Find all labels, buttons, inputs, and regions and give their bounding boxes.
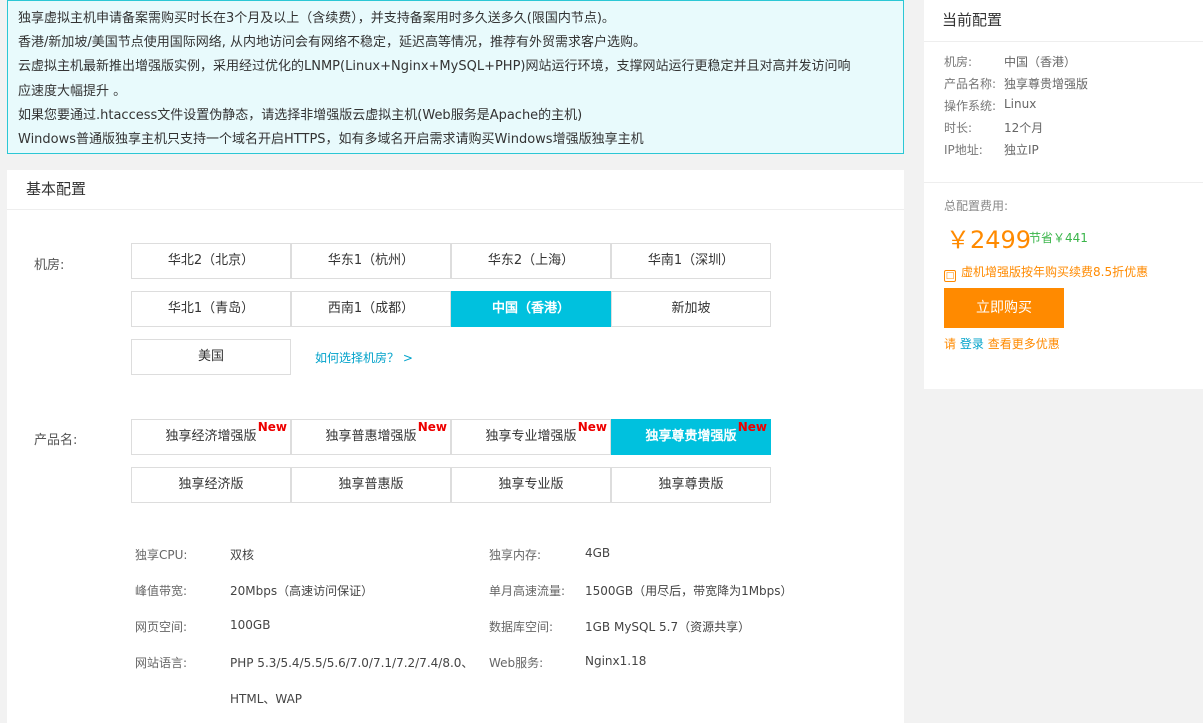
product-label: 产品名: — [34, 433, 78, 448]
notice-line: 云虚拟主机最新推出增强版实例，采用经过优化的LNMP(Linux+Nginx+M… — [18, 59, 851, 75]
product-option-economy-enhanced[interactable]: 独享经济增强版 New — [131, 419, 291, 455]
language-value: PHP 5.3/5.4/5.5/5.6/7.0/7.1/7.2/7.4/8.0、 — [230, 656, 474, 670]
traffic-label: 单月高速流量: — [489, 584, 566, 598]
summary-os-label: 操作系统: — [944, 99, 997, 113]
notice-line: Windows普通版独享主机只支持一个域名开启HTTPS，如有多域名开启需求请购… — [18, 132, 644, 148]
new-badge: New — [577, 420, 607, 434]
product-option-label: 独享普惠增强版 — [325, 429, 417, 444]
product-option-label: 独享尊贵增强版 — [645, 429, 737, 444]
new-badge: New — [257, 420, 287, 434]
product-option-economy[interactable]: 独享经济版 — [131, 467, 291, 503]
region-option-beijing[interactable]: 华北2（北京） — [131, 243, 291, 279]
memory-label: 独享内存: — [489, 548, 542, 562]
notice-line: 独享虚拟主机申请备案需购买时长在3个月及以上（含续费），并支持备案用时多久送多久… — [18, 11, 615, 26]
region-option-chengdu[interactable]: 西南1（成都） — [291, 291, 451, 327]
divider — [924, 182, 1203, 183]
login-prompt: 请 登录 查看更多优惠 — [944, 335, 1060, 352]
region-option-qingdao[interactable]: 华北1（青岛） — [131, 291, 291, 327]
region-option-shanghai[interactable]: 华东2（上海） — [451, 243, 611, 279]
region-label: 机房: — [34, 258, 65, 273]
summary-product-value: 独享尊贵增强版 — [1004, 77, 1089, 91]
basic-config-panel: 基本配置 机房: 华北2（北京） 华东1（杭州） 华东2（上海） 华南1（深圳）… — [7, 170, 904, 723]
product-option-inclusive-enhanced[interactable]: 独享普惠增强版 New — [291, 419, 451, 455]
summary-os-value: Linux — [1004, 97, 1037, 111]
notice-line: 香港/新加坡/美国节点使用国际网络, 从内地访问会有网络不稳定，延迟高等情况，推… — [18, 35, 647, 51]
webspace-label: 网页空间: — [135, 620, 188, 634]
language-value-continued: HTML、WAP — [230, 692, 303, 706]
region-help-link[interactable]: 如何选择机房？ > — [315, 349, 413, 366]
summary-region-value: 中国（香港） — [1004, 55, 1077, 69]
login-link[interactable]: 登录 — [960, 337, 984, 351]
total-price: ￥2499 — [946, 226, 1032, 254]
traffic-value: 1500GB（用尽后，带宽降为1Mbps） — [585, 584, 793, 598]
new-badge: New — [737, 420, 767, 434]
product-option-premium[interactable]: 独享尊贵版 — [611, 467, 771, 503]
webserver-label: Web服务: — [489, 656, 544, 670]
promo-text: 虚机增强版按年购买续费8.5折优惠 — [961, 265, 1149, 279]
gift-icon: □ — [944, 270, 956, 282]
product-option-inclusive[interactable]: 独享普惠版 — [291, 467, 451, 503]
region-option-hangzhou[interactable]: 华东1（杭州） — [291, 243, 451, 279]
summary-ip-value: 独立IP — [1004, 143, 1039, 157]
more-offers-link[interactable]: 查看更多优惠 — [988, 337, 1060, 351]
product-option-label: 独享经济增强版 — [165, 429, 257, 444]
bandwidth-label: 峰值带宽: — [135, 584, 188, 598]
cpu-label: 独享CPU: — [135, 548, 188, 562]
product-option-professional[interactable]: 独享专业版 — [451, 467, 611, 503]
summary-ip-label: IP地址: — [944, 143, 983, 157]
product-option-label: 独享专业增强版 — [485, 429, 577, 444]
summary-duration-value: 12个月 — [1004, 121, 1044, 135]
webspace-value: 100GB — [230, 618, 271, 632]
promo-note: □ 虚机增强版按年购买续费8.5折优惠 — [944, 263, 1148, 282]
database-value: 1GB MySQL 5.7（资源共享） — [585, 620, 751, 634]
region-option-usa[interactable]: 美国 — [131, 339, 291, 375]
memory-value: 4GB — [585, 546, 611, 560]
summary-product-label: 产品名称: — [944, 77, 997, 91]
notice-banner: 独享虚拟主机申请备案需购买时长在3个月及以上（含续费），并支持备案用时多久送多久… — [7, 0, 904, 154]
summary-duration-label: 时长: — [944, 121, 973, 135]
panel-title: 基本配置 — [7, 170, 904, 210]
total-cost-label: 总配置费用: — [944, 199, 1009, 213]
new-badge: New — [417, 420, 447, 434]
savings-amount: 节省￥441 — [1029, 231, 1088, 245]
region-option-shenzhen[interactable]: 华南1（深圳） — [611, 243, 771, 279]
region-option-singapore[interactable]: 新加坡 — [611, 291, 771, 327]
webserver-value: Nginx1.18 — [585, 654, 647, 668]
cpu-value: 双核 — [230, 548, 255, 562]
side-title: 当前配置 — [924, 0, 1203, 42]
region-option-hongkong[interactable]: 中国（香港） — [451, 291, 611, 327]
current-config-panel: 当前配置 机房: 中国（香港） 产品名称: 独享尊贵增强版 操作系统: Linu… — [924, 0, 1203, 389]
product-option-premium-enhanced[interactable]: 独享尊贵增强版 New — [611, 419, 771, 455]
summary-region-label: 机房: — [944, 55, 973, 69]
product-option-professional-enhanced[interactable]: 独享专业增强版 New — [451, 419, 611, 455]
language-label: 网站语言: — [135, 656, 188, 670]
bandwidth-value: 20Mbps（高速访问保证） — [230, 584, 374, 598]
notice-line: 应速度大幅提升 。 — [18, 83, 127, 99]
database-label: 数据库空间: — [489, 620, 554, 634]
buy-now-button[interactable]: 立即购买 — [944, 288, 1064, 328]
notice-line: 如果您要通过.htaccess文件设置伪静态，请选择非增强版云虚拟主机(Web服… — [18, 107, 583, 123]
login-prefix: 请 — [944, 337, 957, 351]
